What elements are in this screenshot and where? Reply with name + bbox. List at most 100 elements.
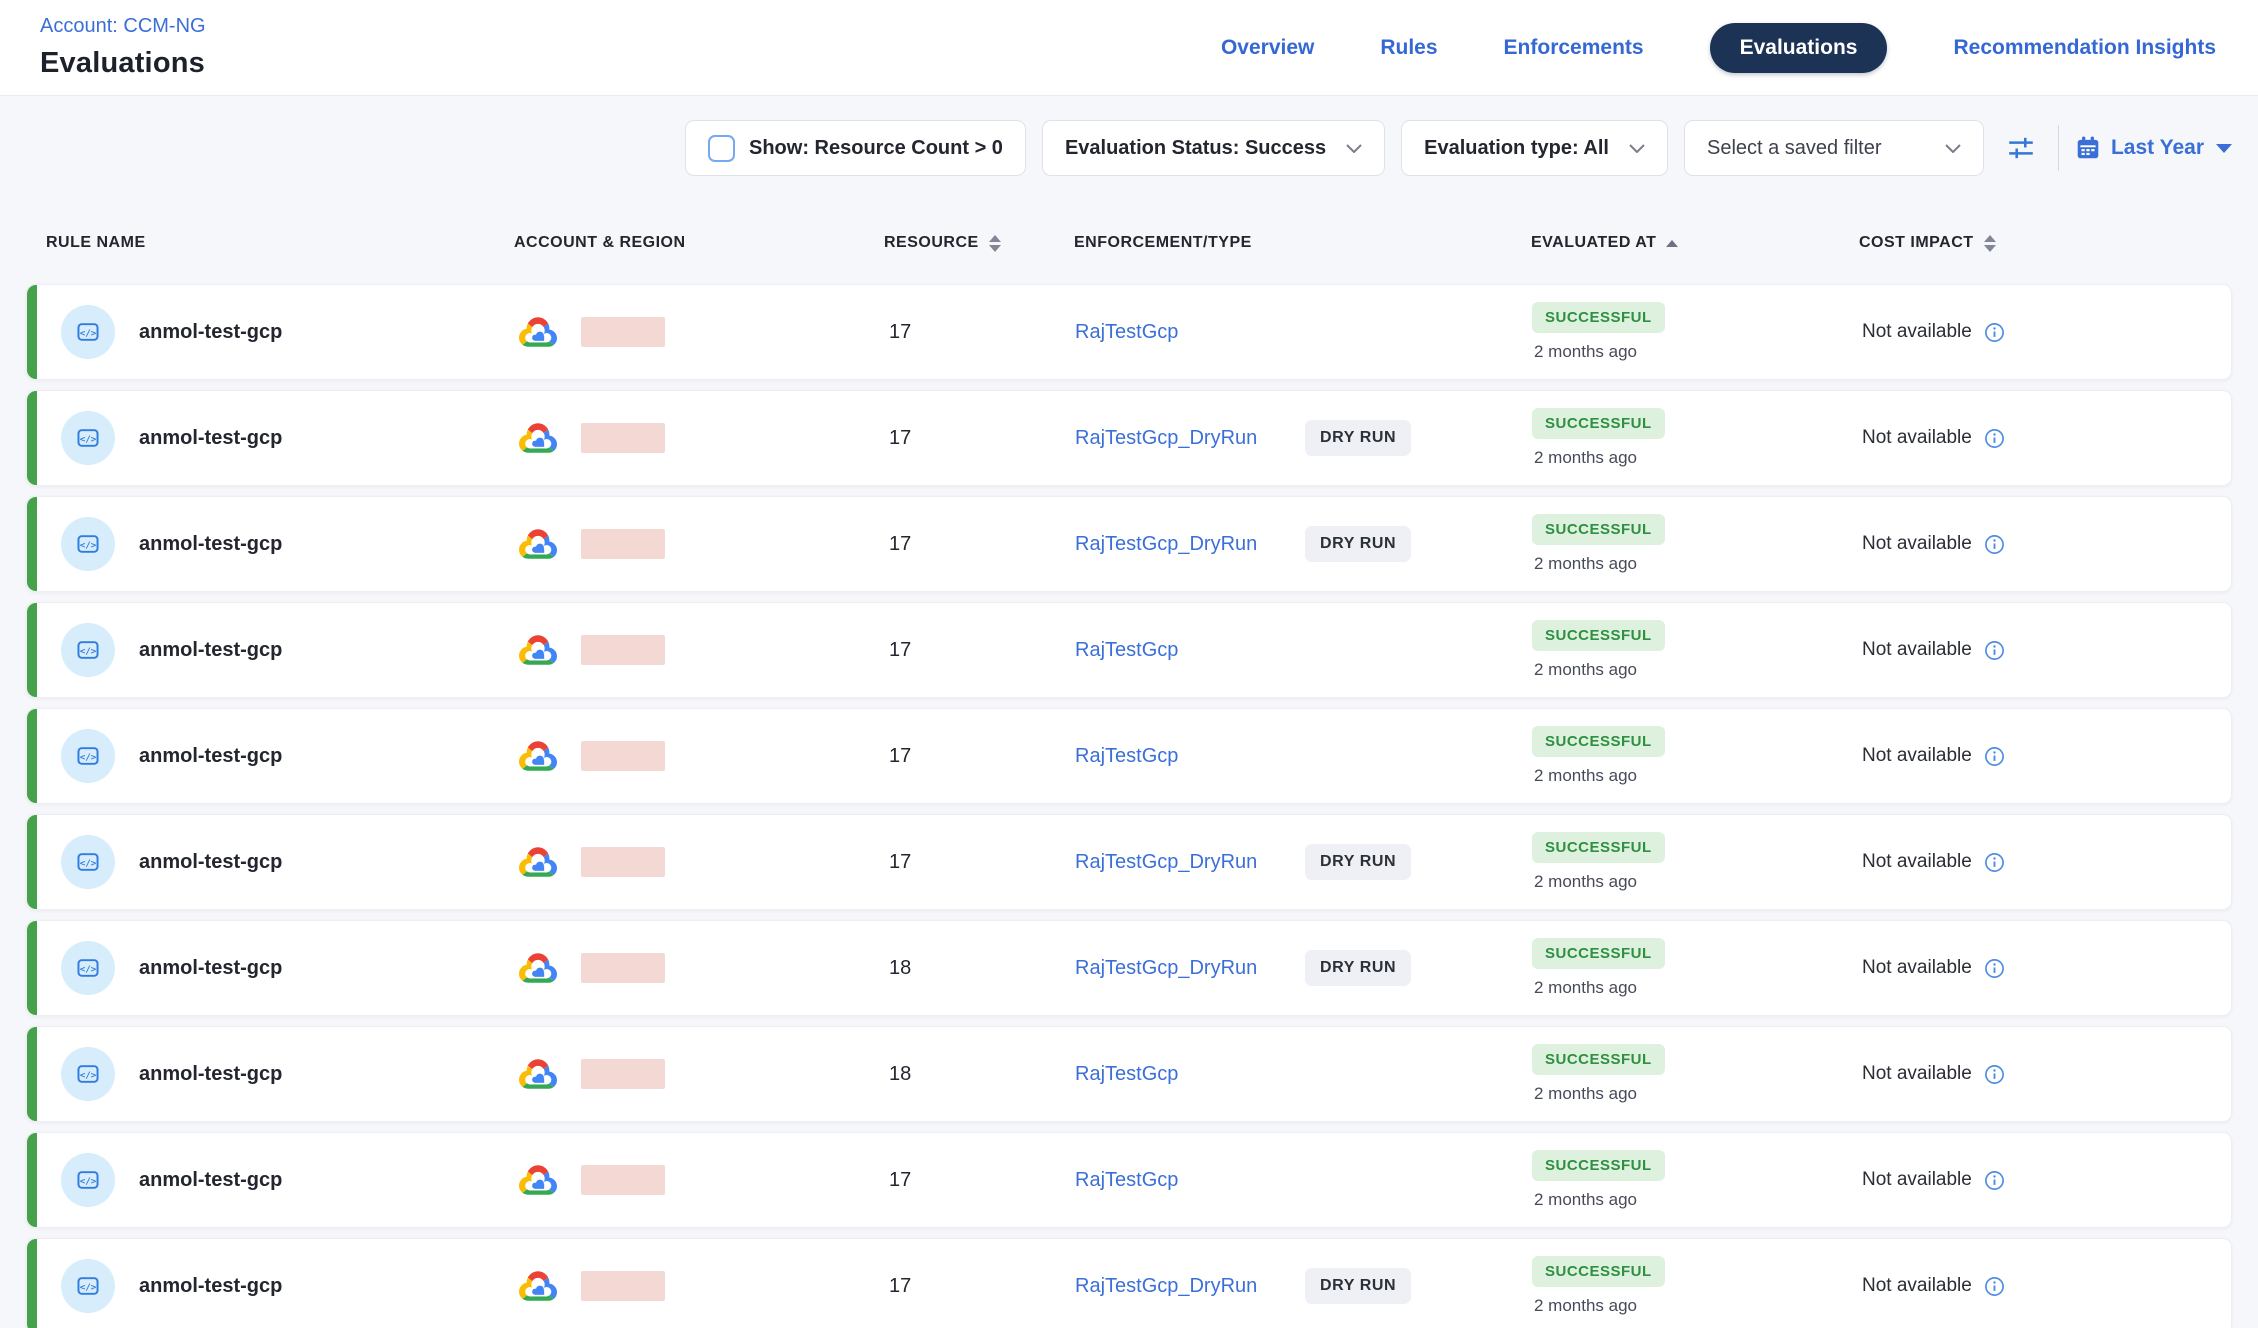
status-badge: SUCCESSFUL <box>1532 938 1665 969</box>
dry-run-badge: DRY RUN <box>1305 844 1411 880</box>
info-circle-icon[interactable] <box>1984 746 2005 767</box>
gcp-cloud-icon <box>515 313 561 351</box>
resource-cell: 17 <box>877 1169 1067 1192</box>
table-row[interactable]: </> anmol-test-gcp <box>26 708 2232 804</box>
dry-run-badge: DRY RUN <box>1305 950 1411 986</box>
policy-code-icon: </> <box>61 623 115 677</box>
cost-impact-cell: Not available <box>1852 427 2231 449</box>
account-region-cell <box>507 525 877 563</box>
table-row[interactable]: </> anmol-test-gcp <box>26 284 2232 380</box>
account-name-redacted <box>581 741 665 771</box>
resource-count: 17 <box>889 533 911 556</box>
saved-filter-placeholder: Select a saved filter <box>1707 137 1882 160</box>
account-name-redacted <box>581 423 665 453</box>
enforcement-link[interactable]: RajTestGcp <box>1075 639 1305 662</box>
evaluated-time: 2 months ago <box>1532 1084 1637 1104</box>
enforcement-cell: RajTestGcp <box>1067 745 1512 768</box>
tab-enforcements[interactable]: Enforcements <box>1504 36 1644 60</box>
date-range-value: Last Year <box>2111 136 2204 160</box>
tab-evaluations[interactable]: Evaluations <box>1710 23 1888 73</box>
account-breadcrumb-link[interactable]: Account: CCM-NG <box>40 15 206 38</box>
column-label: RESOURCE <box>884 234 979 252</box>
resource-count-filter[interactable]: Show: Resource Count > 0 <box>685 120 1026 176</box>
policy-code-icon: </> <box>61 1047 115 1101</box>
tab-rules[interactable]: Rules <box>1380 36 1437 60</box>
rule-name-cell: </> anmol-test-gcp <box>27 729 507 783</box>
rule-name-cell: </> anmol-test-gcp <box>27 411 507 465</box>
resource-count: 17 <box>889 1275 911 1298</box>
info-circle-icon[interactable] <box>1984 852 2005 873</box>
cost-impact-cell: Not available <box>1852 957 2231 979</box>
policy-code-icon: </> <box>61 411 115 465</box>
filter-panel-button[interactable] <box>2000 128 2042 168</box>
tab-recommendation-insights[interactable]: Recommendation Insights <box>1953 36 2216 60</box>
cost-impact-value: Not available <box>1862 745 1972 767</box>
evaluation-type-dropdown[interactable]: Evaluation type: All <box>1401 120 1668 176</box>
table-row[interactable]: </> anmol-test-gcp <box>26 1026 2232 1122</box>
filter-bar: Show: Resource Count > 0 Evaluation Stat… <box>0 96 2258 200</box>
enforcement-cell: RajTestGcp_DryRun DRY RUN <box>1067 526 1512 562</box>
sort-icon[interactable] <box>989 235 1001 252</box>
info-circle-icon[interactable] <box>1984 428 2005 449</box>
column-evaluated-at[interactable]: EVALUATED AT <box>1511 234 1851 252</box>
svg-text:</>: </> <box>80 1070 97 1081</box>
cost-impact-value: Not available <box>1862 957 1972 979</box>
info-circle-icon[interactable] <box>1984 322 2005 343</box>
resource-cell: 17 <box>877 851 1067 874</box>
saved-filter-dropdown[interactable]: Select a saved filter <box>1684 120 1984 176</box>
resource-cell: 17 <box>877 321 1067 344</box>
policy-code-icon: </> <box>61 517 115 571</box>
resource-count: 17 <box>889 851 911 874</box>
enforcement-link[interactable]: RajTestGcp_DryRun <box>1075 851 1305 874</box>
tab-overview[interactable]: Overview <box>1221 36 1314 60</box>
evaluated-at-cell: SUCCESSFUL 2 months ago <box>1512 1256 1852 1316</box>
info-circle-icon[interactable] <box>1984 958 2005 979</box>
table-row[interactable]: </> anmol-test-gcp <box>26 602 2232 698</box>
chevron-down-icon <box>1629 144 1645 153</box>
table-row[interactable]: </> anmol-test-gcp <box>26 1238 2232 1328</box>
evaluated-at-cell: SUCCESSFUL 2 months ago <box>1512 1150 1852 1210</box>
evaluated-at-cell: SUCCESSFUL 2 months ago <box>1512 726 1852 786</box>
evaluation-status-dropdown[interactable]: Evaluation Status: Success <box>1042 120 1385 176</box>
enforcement-link[interactable]: RajTestGcp_DryRun <box>1075 1275 1305 1298</box>
column-cost-impact[interactable]: COST IMPACT <box>1851 234 2232 252</box>
date-range-picker[interactable]: Last Year <box>2075 135 2232 161</box>
info-circle-icon[interactable] <box>1984 1064 2005 1085</box>
sort-asc-icon[interactable] <box>1666 240 1678 247</box>
cost-impact-value: Not available <box>1862 639 1972 661</box>
account-name-redacted <box>581 1165 665 1195</box>
svg-text:</>: </> <box>80 646 97 657</box>
info-circle-icon[interactable] <box>1984 534 2005 555</box>
table-row[interactable]: </> anmol-test-gcp <box>26 1132 2232 1228</box>
enforcement-link[interactable]: RajTestGcp_DryRun <box>1075 957 1305 980</box>
evaluated-time: 2 months ago <box>1532 872 1637 892</box>
resource-count-checkbox[interactable] <box>708 135 735 162</box>
enforcement-link[interactable]: RajTestGcp_DryRun <box>1075 427 1305 450</box>
info-circle-icon[interactable] <box>1984 1170 2005 1191</box>
enforcement-link[interactable]: RajTestGcp <box>1075 1063 1305 1086</box>
enforcement-link[interactable]: RajTestGcp_DryRun <box>1075 533 1305 556</box>
title-block: Account: CCM-NG Evaluations <box>40 15 206 80</box>
resource-count: 17 <box>889 321 911 344</box>
enforcement-link[interactable]: RajTestGcp <box>1075 321 1305 344</box>
column-resource[interactable]: RESOURCE <box>876 234 1066 252</box>
status-badge: SUCCESSFUL <box>1532 726 1665 757</box>
info-circle-icon[interactable] <box>1984 1276 2005 1297</box>
resource-cell: 18 <box>877 957 1067 980</box>
table-row[interactable]: </> anmol-test-gcp <box>26 390 2232 486</box>
table-row[interactable]: </> anmol-test-gcp <box>26 814 2232 910</box>
info-circle-icon[interactable] <box>1984 640 2005 661</box>
account-region-cell <box>507 949 877 987</box>
enforcement-link[interactable]: RajTestGcp <box>1075 1169 1305 1192</box>
rule-name-cell: </> anmol-test-gcp <box>27 305 507 359</box>
sort-icon[interactable] <box>1984 235 1996 252</box>
enforcement-cell: RajTestGcp <box>1067 1169 1512 1192</box>
enforcement-link[interactable]: RajTestGcp <box>1075 745 1305 768</box>
account-name-redacted <box>581 953 665 983</box>
table-row[interactable]: </> anmol-test-gcp <box>26 496 2232 592</box>
table-row[interactable]: </> anmol-test-gcp <box>26 920 2232 1016</box>
column-label: ENFORCEMENT/TYPE <box>1074 234 1252 252</box>
divider <box>2058 125 2059 171</box>
cost-impact-value: Not available <box>1862 851 1972 873</box>
resource-cell: 18 <box>877 1063 1067 1086</box>
